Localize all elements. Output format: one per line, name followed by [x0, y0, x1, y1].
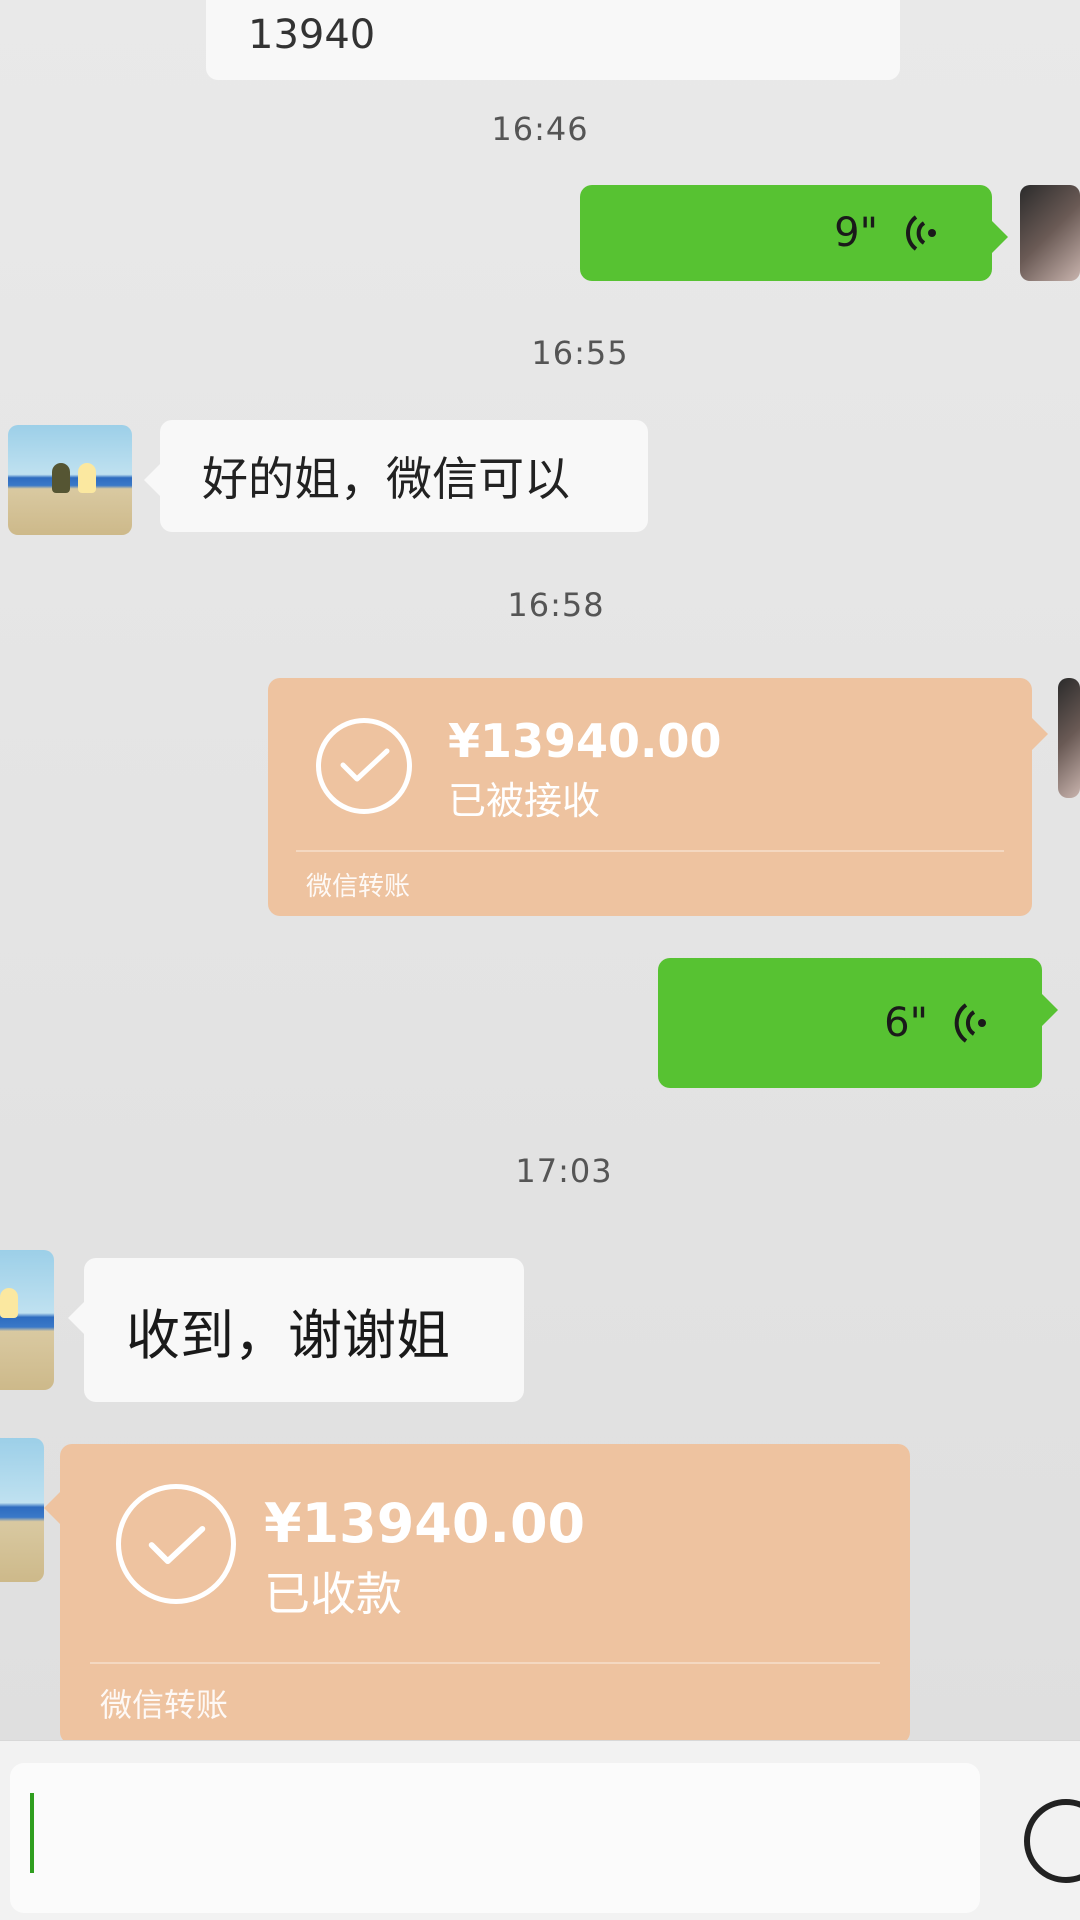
contact-avatar[interactable] [8, 425, 132, 535]
check-circle-icon [316, 718, 412, 814]
message-bubble[interactable]: 好的姐，微信可以 [144, 420, 648, 532]
voice-wave-icon [952, 1001, 992, 1045]
transfer-status: 已收款 [264, 1567, 402, 1621]
timestamp: 16:58 [507, 586, 605, 624]
contact-avatar[interactable] [0, 1250, 54, 1390]
chat-screen: 13940 16:46 9" 16:55 好的姐，微信可以 16:58 ¥139… [0, 0, 1080, 1920]
transfer-amount: ¥13940.00 [264, 1492, 586, 1555]
message-bubble[interactable]: 收到，谢谢姐 [68, 1258, 524, 1402]
message-input-bar [0, 1740, 1080, 1920]
message-text: 13940 [248, 12, 376, 58]
message-text: 收到，谢谢姐 [126, 1303, 450, 1367]
voice-message-bubble[interactable]: 6" [658, 958, 1058, 1088]
self-avatar[interactable] [1020, 185, 1080, 281]
message-text: 好的姐，微信可以 [202, 452, 570, 506]
check-circle-icon [116, 1484, 236, 1604]
transfer-amount: ¥13940.00 [448, 714, 722, 768]
text-caret [30, 1793, 34, 1873]
message-bubble-partial[interactable]: 13940 [206, 0, 900, 80]
voice-message-bubble[interactable]: 9" [580, 185, 1008, 281]
transfer-footer: 微信转账 [306, 872, 411, 902]
voice-duration: 9" [834, 210, 878, 256]
emoji-icon[interactable] [1024, 1799, 1080, 1883]
divider [296, 850, 1004, 852]
timestamp: 16:55 [531, 334, 629, 372]
transfer-card-sent[interactable]: ¥13940.00 已被接收 微信转账 [268, 678, 1048, 916]
contact-avatar[interactable] [0, 1438, 44, 1582]
timestamp: 16:46 [491, 110, 589, 148]
transfer-footer: 微信转账 [100, 1686, 229, 1724]
transfer-status: 已被接收 [448, 779, 601, 823]
timestamp: 17:03 [515, 1152, 613, 1190]
voice-duration: 6" [884, 1000, 928, 1046]
self-avatar[interactable] [1058, 678, 1080, 798]
message-input[interactable] [10, 1763, 980, 1913]
divider [90, 1662, 880, 1664]
transfer-card-received[interactable]: ¥13940.00 已收款 微信转账 [44, 1444, 910, 1744]
voice-wave-icon [902, 213, 942, 253]
